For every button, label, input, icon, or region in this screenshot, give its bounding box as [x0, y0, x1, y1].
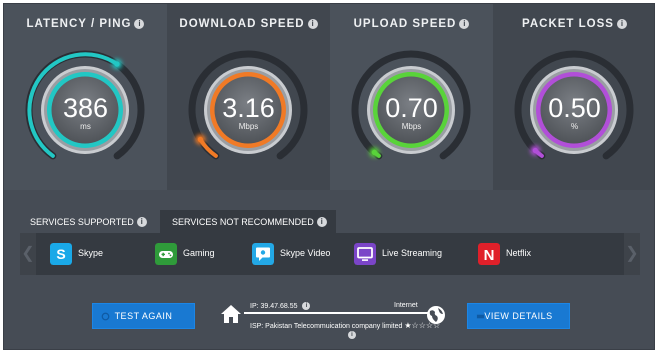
packet-loss-title: PACKET LOSS: [522, 18, 614, 30]
tab-services-not-recommended[interactable]: SERVICES NOT RECOMMENDED i: [160, 210, 336, 234]
service-netflix[interactable]: N Netflix: [468, 235, 572, 273]
info-icon[interactable]: i: [348, 331, 356, 339]
info-icon[interactable]: i: [459, 19, 470, 29]
connection-line: [244, 312, 434, 314]
upload-panel: UPLOAD SPEED i 0.70 Mbps: [330, 4, 493, 190]
service-label: Netflix: [506, 248, 532, 258]
latency-panel: LATENCY / PING i 386 ms: [4, 4, 167, 190]
service-gaming[interactable]: Gaming: [145, 235, 249, 273]
download-value: 3.16: [222, 93, 275, 123]
svg-text:N: N: [484, 247, 495, 264]
skype-icon: S: [50, 243, 72, 265]
chevron-right-icon[interactable]: ❯: [624, 233, 640, 275]
gauge-knob: [371, 149, 378, 155]
download-title: DOWNLOAD SPEED: [179, 18, 305, 30]
packet-loss-panel: PACKET LOSS i 0.50 %: [493, 4, 654, 190]
download-panel: DOWNLOAD SPEED i 3.16 Mbps: [167, 4, 330, 190]
latency-unit: ms: [80, 122, 91, 131]
svg-text:S: S: [56, 246, 65, 262]
latency-title: LATENCY / PING: [26, 18, 132, 30]
info-icon[interactable]: i: [136, 217, 147, 227]
connection-info: IP: 39.47.68.55 i Internet ISP: Pakistan…: [214, 298, 464, 340]
internet-label: Internet: [394, 302, 418, 309]
ip-address: IP: 39.47.68.55: [250, 303, 298, 310]
gauge-knob: [532, 147, 538, 154]
service-label: Gaming: [183, 248, 215, 258]
info-icon[interactable]: i: [307, 19, 318, 29]
info-icon[interactable]: i: [302, 302, 311, 310]
service-skype-video[interactable]: Skype Video: [242, 235, 346, 273]
video-chat-icon: [252, 243, 274, 265]
download-unit: Mbps: [238, 122, 259, 131]
upload-value: 0.70: [385, 93, 438, 123]
chevron-left-icon[interactable]: ❮: [20, 233, 36, 275]
latency-value: 386: [62, 93, 109, 123]
service-label: Skype Video: [280, 248, 331, 258]
home-icon: [221, 305, 241, 323]
info-icon[interactable]: i: [134, 19, 145, 29]
test-again-button[interactable]: TEST AGAIN: [92, 303, 195, 329]
rating-stars: ★☆☆☆☆: [404, 321, 441, 330]
upload-title: UPLOAD SPEED: [353, 18, 457, 30]
gamepad-icon: [155, 243, 177, 265]
info-icon[interactable]: i: [616, 19, 627, 29]
packet-loss-value: 0.50: [548, 93, 601, 123]
monitor-icon: [354, 243, 376, 265]
service-live-streaming[interactable]: Live Streaming: [344, 235, 448, 273]
speed-test-dashboard: LATENCY / PING i 386 ms DOWNLOAD SPEED i 3…: [3, 3, 655, 350]
isp-name: ISP: Pakistan Telecommuication company l…: [250, 323, 403, 330]
service-label: Skype: [78, 248, 104, 258]
upload-unit: Mbps: [401, 122, 422, 131]
services-list: ❮ S Skype Gaming Skype Video Live Stream…: [20, 233, 640, 275]
gauge-knob: [197, 136, 204, 143]
packet-loss-unit: %: [570, 122, 579, 131]
service-skype[interactable]: S Skype: [40, 235, 144, 273]
info-icon[interactable]: i: [316, 217, 327, 227]
view-details-button[interactable]: VIEW DETAILS: [467, 303, 570, 329]
refresh-icon: [101, 312, 110, 321]
gauge-knob: [114, 61, 120, 67]
tab-services-supported[interactable]: SERVICES SUPPORTED i: [20, 210, 160, 234]
service-label: Live Streaming: [382, 248, 443, 258]
netflix-icon: N: [478, 243, 500, 265]
list-icon: [476, 314, 485, 319]
